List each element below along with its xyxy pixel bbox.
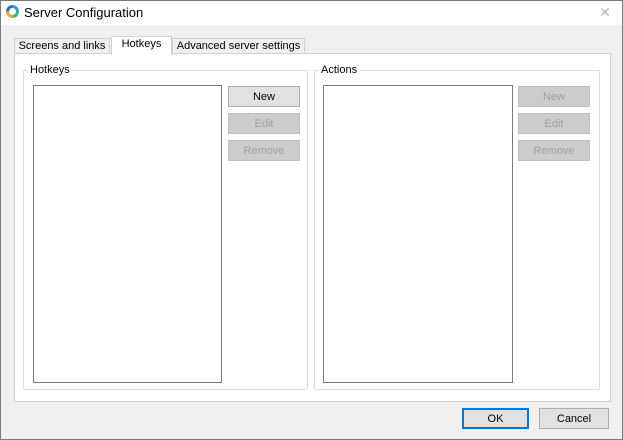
- app-logo-icon: [6, 5, 19, 18]
- server-configuration-dialog: Server Configuration ✕ Screens and links…: [0, 0, 623, 440]
- window-title: Server Configuration: [24, 5, 144, 20]
- tab-screens-and-links[interactable]: Screens and links: [14, 38, 110, 54]
- hotkeys-group-label: Hotkeys: [28, 63, 72, 77]
- close-icon[interactable]: ✕: [598, 5, 612, 19]
- cancel-button[interactable]: Cancel: [539, 408, 609, 429]
- hotkeys-new-button[interactable]: New: [228, 86, 300, 107]
- actions-list[interactable]: [323, 85, 513, 383]
- hotkeys-tab-panel: Hotkeys New Edit Remove Actions New Edit…: [14, 53, 611, 402]
- actions-edit-button[interactable]: Edit: [518, 113, 590, 134]
- hotkeys-groupbox: Hotkeys New Edit Remove: [23, 63, 308, 390]
- ok-button[interactable]: OK: [462, 408, 529, 429]
- hotkeys-remove-button[interactable]: Remove: [228, 140, 300, 161]
- actions-group-label: Actions: [319, 63, 360, 77]
- actions-groupbox: Actions New Edit Remove: [314, 63, 600, 390]
- tab-hotkeys[interactable]: Hotkeys: [111, 36, 172, 55]
- tab-advanced-server-settings[interactable]: Advanced server settings: [172, 38, 305, 54]
- actions-new-button[interactable]: New: [518, 86, 590, 107]
- hotkeys-list[interactable]: [33, 85, 222, 383]
- actions-remove-button[interactable]: Remove: [518, 140, 590, 161]
- hotkeys-edit-button[interactable]: Edit: [228, 113, 300, 134]
- title-bar: Server Configuration ✕: [1, 1, 622, 25]
